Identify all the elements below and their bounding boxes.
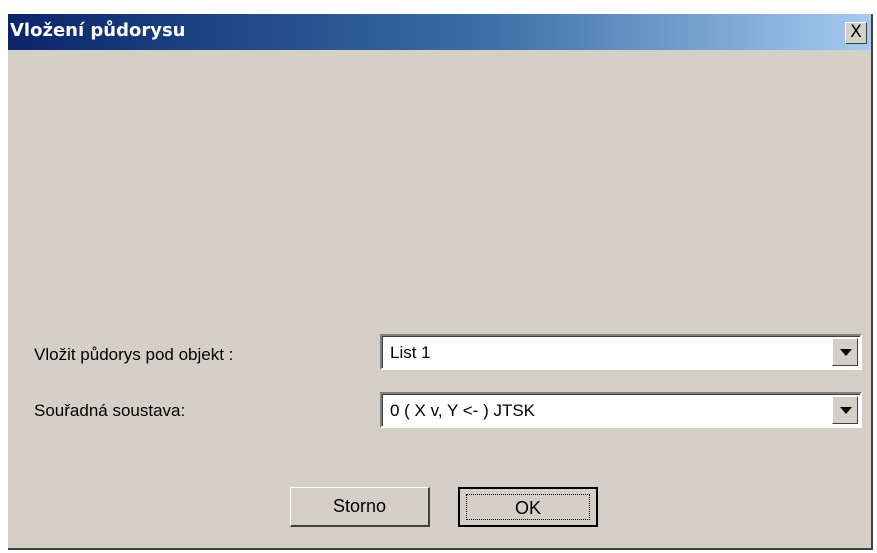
window-title: Vložení půdorysu xyxy=(10,20,186,41)
chevron-down-icon xyxy=(840,349,852,356)
ok-button[interactable]: OK xyxy=(458,487,598,527)
close-icon: X xyxy=(850,22,862,42)
object-dropdown-value: List 1 xyxy=(390,343,431,362)
coords-label: Souřadná soustava: xyxy=(34,401,186,420)
dialog-window: Vložení půdorysu X Vložit půdorys pod ob… xyxy=(8,14,873,550)
chevron-down-icon xyxy=(840,407,852,414)
close-button[interactable]: X xyxy=(845,22,867,44)
coords-dropdown-button[interactable] xyxy=(832,396,858,424)
coords-dropdown[interactable]: 0 ( X v, Y <- ) JTSK xyxy=(380,392,862,428)
ok-focus-rect: OK xyxy=(466,494,590,520)
object-label: Vložit půdorys pod objekt : xyxy=(34,345,234,364)
cancel-button[interactable]: Storno xyxy=(290,487,430,527)
coords-dropdown-value: 0 ( X v, Y <- ) JTSK xyxy=(390,401,536,420)
object-dropdown-button[interactable] xyxy=(832,338,858,366)
ok-button-label: OK xyxy=(514,498,541,518)
title-bar[interactable]: Vložení půdorysu X xyxy=(8,14,871,50)
object-dropdown[interactable]: List 1 xyxy=(380,334,862,370)
cancel-button-label: Storno xyxy=(332,496,387,516)
